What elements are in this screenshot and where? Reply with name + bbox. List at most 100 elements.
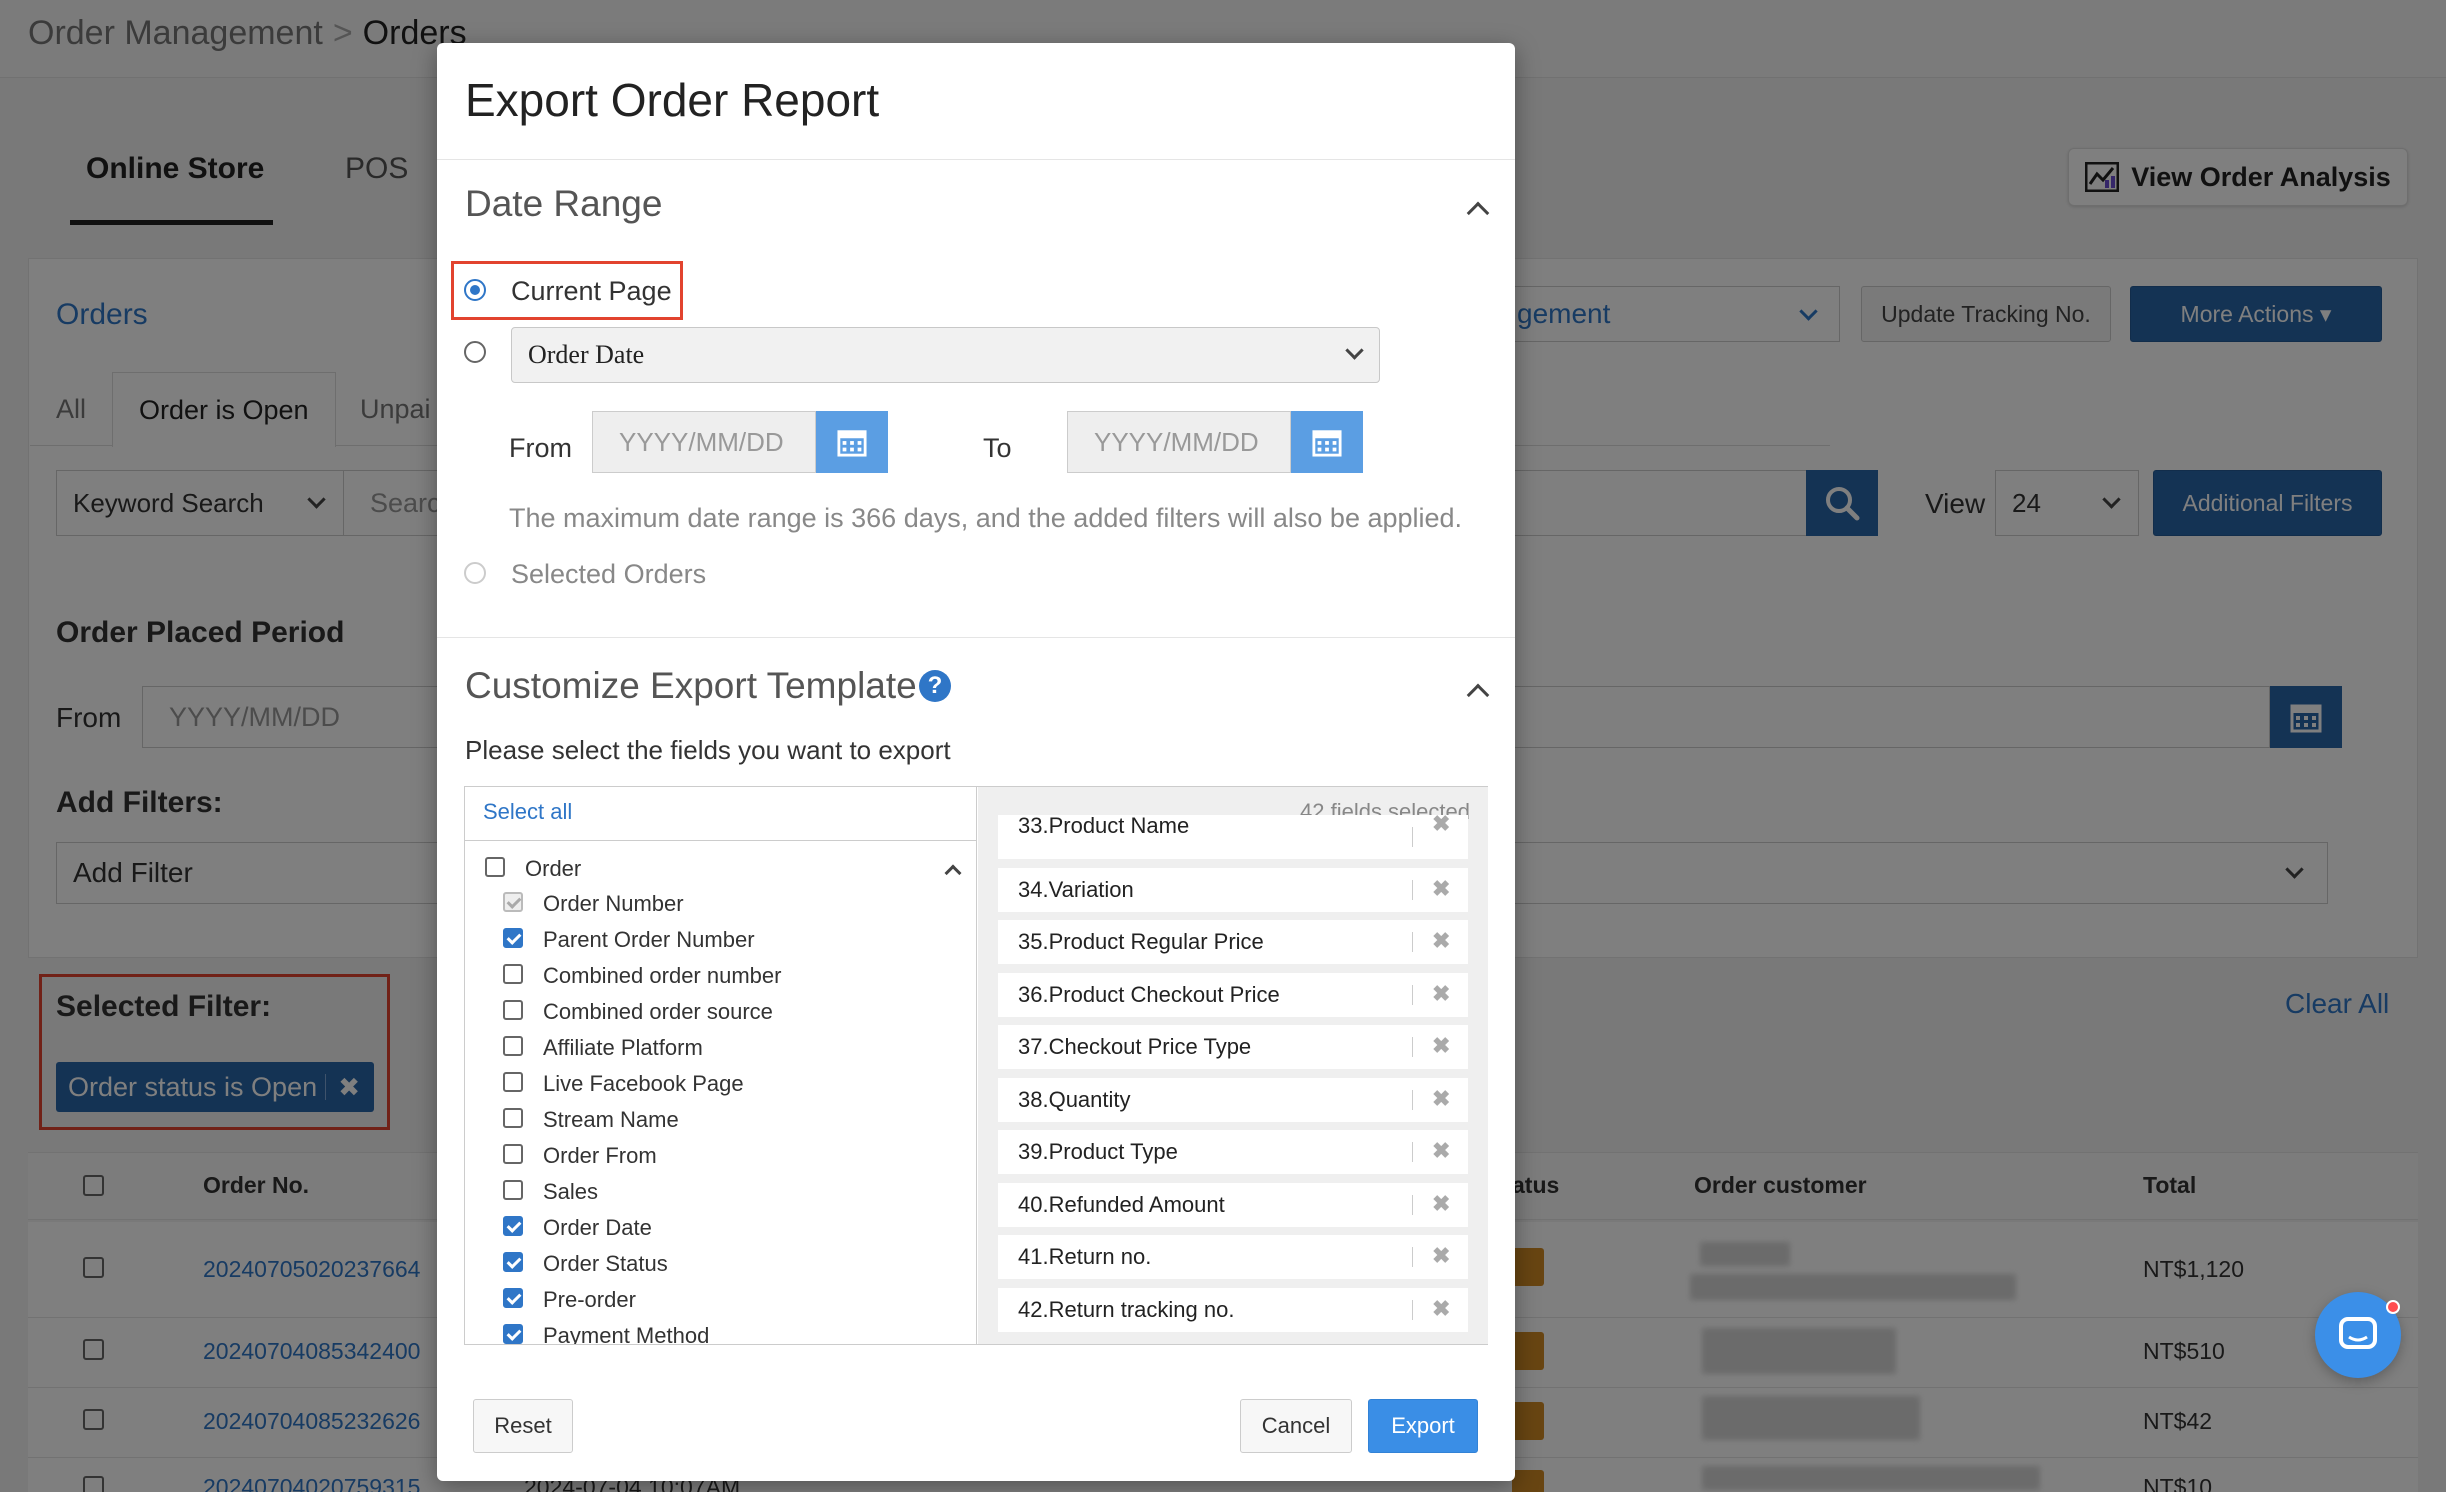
reset-button[interactable]: Reset (473, 1399, 573, 1453)
field-checkbox[interactable] (503, 928, 523, 948)
selected-field-label: 33.Product Name (1018, 813, 1190, 838)
field-label[interactable]: Pre-order (543, 1287, 636, 1313)
selected-field-item[interactable]: 39.Product Type ✖ (998, 1130, 1468, 1174)
item-divider (1412, 1142, 1413, 1162)
selected-field-label: 38.Quantity (1018, 1086, 1131, 1112)
field-label[interactable]: Combined order source (543, 999, 773, 1025)
calendar-icon (1312, 430, 1342, 457)
selected-orders-radio[interactable] (464, 562, 486, 584)
from-date-input[interactable]: YYYY/MM/DD (592, 411, 816, 473)
selected-field-item[interactable]: 42.Return tracking no. ✖ (998, 1287, 1468, 1332)
field-checkbox[interactable] (503, 1036, 523, 1056)
order-date-radio[interactable] (464, 341, 486, 363)
field-checkbox[interactable] (503, 1108, 523, 1128)
selected-field-label: 39.Product Type (1018, 1139, 1178, 1164)
order-date-value: Order Date (528, 340, 645, 369)
item-divider (1412, 1299, 1413, 1320)
date-range-title: Date Range (465, 183, 663, 224)
to-date-input[interactable]: YYYY/MM/DD (1067, 411, 1291, 473)
divider (437, 637, 1515, 638)
field-checkbox[interactable] (503, 964, 523, 984)
field-checkbox[interactable] (503, 1144, 523, 1164)
export-button[interactable]: Export (1368, 1399, 1478, 1453)
chat-icon (2339, 1317, 2377, 1349)
remove-field-icon[interactable]: ✖ (1432, 876, 1450, 902)
selected-field-label: 35.Product Regular Price (1018, 929, 1264, 954)
remove-field-icon[interactable]: ✖ (1432, 1296, 1450, 1322)
field-checkbox[interactable] (503, 1288, 523, 1308)
selected-field-item[interactable]: 33.Product Name ✖ (998, 811, 1468, 859)
available-fields-list[interactable]: Select all Order Order Number Parent Orde… (465, 787, 977, 1344)
selected-field-item[interactable]: 37.Checkout Price Type ✖ (998, 1025, 1468, 1069)
field-label[interactable]: Combined order number (543, 963, 781, 989)
notification-dot (2386, 1300, 2400, 1314)
to-calendar-button[interactable] (1291, 411, 1363, 473)
order-date-select[interactable]: Order Date (511, 327, 1380, 383)
remove-field-icon[interactable]: ✖ (1432, 1086, 1450, 1112)
field-label[interactable]: Sales (543, 1179, 598, 1205)
selected-fields-list[interactable]: 42 fields selected 33.Product Name ✖ 34.Va… (978, 787, 1488, 1344)
remove-field-icon[interactable]: ✖ (1432, 1138, 1450, 1164)
field-checkbox[interactable] (503, 1000, 523, 1020)
field-label[interactable]: Stream Name (543, 1107, 679, 1133)
selected-field-item[interactable]: 35.Product Regular Price ✖ (998, 920, 1468, 964)
template-instruction: Please select the fields you want to exp… (465, 735, 951, 765)
chevron-up-icon[interactable] (944, 864, 962, 882)
chevron-down-icon (1345, 341, 1364, 360)
available-fields-header: Select all (465, 787, 976, 841)
remove-field-icon[interactable]: ✖ (1432, 981, 1450, 1007)
field-label[interactable]: Affiliate Platform (543, 1035, 703, 1061)
remove-field-icon[interactable]: ✖ (1432, 1191, 1450, 1217)
field-checkbox (503, 892, 523, 912)
selected-field-label: 37.Checkout Price Type (1018, 1034, 1252, 1059)
field-checkbox[interactable] (503, 1180, 523, 1200)
item-divider (1412, 1247, 1413, 1267)
field-checkbox[interactable] (503, 1252, 523, 1272)
selected-orders-label: Selected Orders (511, 559, 707, 589)
modal-title: Export Order Report (465, 74, 880, 126)
item-divider (1412, 984, 1413, 1005)
selected-field-item[interactable]: 36.Product Checkout Price ✖ (998, 972, 1468, 1017)
current-page-radio[interactable] (464, 279, 486, 301)
order-group-label: Order (525, 856, 582, 881)
field-picker: Select all Order Order Number Parent Orde… (464, 786, 1488, 1345)
remove-field-icon[interactable]: ✖ (1432, 1033, 1450, 1059)
selected-field-item[interactable]: 38.Quantity ✖ (998, 1077, 1468, 1122)
order-group-checkbox[interactable] (485, 857, 505, 877)
selected-field-label: 40.Refunded Amount (1018, 1191, 1225, 1217)
remove-field-icon[interactable]: ✖ (1432, 1243, 1450, 1269)
item-divider (1412, 932, 1413, 952)
field-label[interactable]: Payment Method (543, 1323, 709, 1344)
field-checkbox[interactable] (503, 1324, 523, 1344)
divider (437, 159, 1515, 160)
selected-field-item[interactable]: 34.Variation ✖ (998, 867, 1468, 912)
field-checkbox[interactable] (503, 1072, 523, 1092)
from-calendar-button[interactable] (816, 411, 888, 473)
field-label[interactable]: Live Facebook Page (543, 1071, 744, 1097)
from-label: From (509, 433, 572, 463)
to-label: To (983, 433, 1012, 463)
item-divider (1412, 827, 1413, 847)
item-divider (1412, 1037, 1413, 1057)
item-divider (1412, 1089, 1413, 1110)
field-label[interactable]: Order Status (543, 1251, 668, 1277)
selected-field-item[interactable]: 40.Refunded Amount ✖ (998, 1182, 1468, 1227)
cancel-button[interactable]: Cancel (1240, 1399, 1352, 1453)
calendar-icon (837, 430, 867, 457)
field-label[interactable]: Order From (543, 1143, 657, 1169)
chevron-up-icon[interactable] (1466, 683, 1490, 707)
field-label[interactable]: Order Number (543, 891, 684, 917)
field-checkbox[interactable] (503, 1216, 523, 1236)
remove-field-icon[interactable]: ✖ (1432, 928, 1450, 954)
field-label[interactable]: Parent Order Number (543, 927, 755, 953)
select-all-link[interactable]: Select all (483, 799, 572, 825)
field-label[interactable]: Order Date (543, 1215, 652, 1241)
item-divider (1412, 879, 1413, 900)
help-icon[interactable]: ? (919, 670, 951, 702)
current-page-label[interactable]: Current Page (511, 276, 672, 307)
customize-template-title: Customize Export Template (465, 665, 917, 706)
remove-field-icon[interactable]: ✖ (1432, 811, 1450, 837)
chevron-up-icon[interactable] (1466, 201, 1490, 225)
date-range-note: The maximum date range is 366 days, and … (509, 503, 1463, 533)
selected-field-item[interactable]: 41.Return no. ✖ (998, 1235, 1468, 1279)
